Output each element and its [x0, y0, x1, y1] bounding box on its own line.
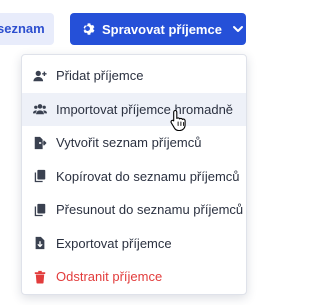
copy-icon — [33, 169, 47, 183]
menu-item-create-list[interactable]: Vytvořit seznam příjemců — [22, 126, 246, 160]
menu-item-delete-recipients[interactable]: Odstranit příjemce — [22, 260, 246, 294]
manage-recipients-menu: Přidat příjemce Importovat příjemce hrom… — [21, 54, 247, 295]
menu-item-import-recipients[interactable]: Importovat příjemce hromadně — [22, 92, 246, 126]
menu-item-label: Odstranit příjemce — [56, 269, 163, 285]
menu-item-label: Kopírovat do seznamu příjemců — [56, 168, 240, 184]
file-download-icon — [33, 236, 47, 250]
menu-item-add-recipient[interactable]: Přidat příjemce — [22, 59, 246, 93]
user-plus-icon — [33, 69, 47, 83]
users-icon — [33, 102, 47, 116]
trash-icon — [33, 270, 47, 284]
menu-item-move-to-list[interactable]: Přesunout do seznamu příjemců — [22, 193, 246, 227]
file-export-icon — [33, 136, 47, 150]
recipient-list-tab[interactable]: seznam — [0, 13, 54, 45]
menu-item-label: Importovat příjemce hromadně — [56, 101, 234, 117]
menu-item-label: Vytvořit seznam příjemců — [56, 135, 202, 151]
manage-recipients-label: Spravovat příjemce — [102, 21, 222, 37]
menu-item-label: Přesunout do seznamu příjemců — [56, 202, 244, 218]
chevron-down-icon — [232, 23, 244, 35]
gear-icon — [82, 22, 96, 36]
menu-item-label: Přidat příjemce — [56, 68, 144, 84]
menu-item-export-recipients[interactable]: Exportovat příjemce — [22, 227, 246, 261]
copy-icon — [33, 203, 47, 217]
recipient-list-tab-label: seznam — [0, 21, 45, 36]
manage-recipients-button[interactable]: Spravovat příjemce — [70, 13, 246, 45]
menu-item-copy-to-list[interactable]: Kopírovat do seznamu příjemců — [22, 160, 246, 194]
menu-item-label: Exportovat příjemce — [56, 235, 172, 251]
